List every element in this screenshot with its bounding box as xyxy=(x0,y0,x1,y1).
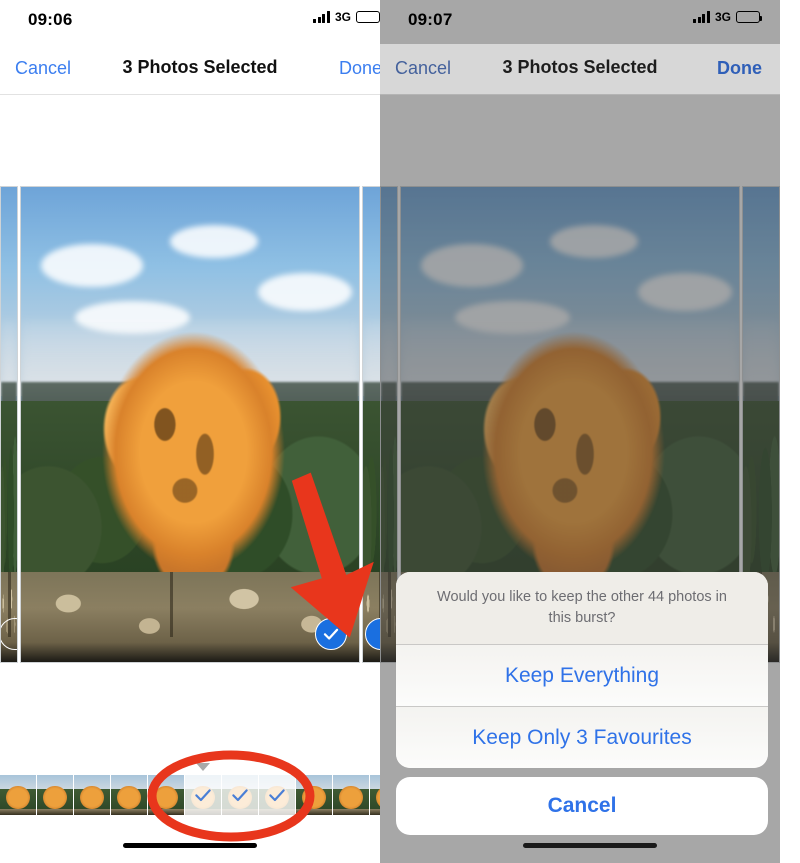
home-indicator xyxy=(123,843,257,848)
status-time: 09:07 xyxy=(408,10,453,29)
red-arrow-icon xyxy=(270,468,380,648)
keep-only-favourites-button[interactable]: Keep Only 3 Favourites xyxy=(396,707,768,769)
action-sheet-cancel-group: Cancel xyxy=(396,777,768,836)
checkmark-circle-icon xyxy=(1,618,17,650)
network-label: 3G xyxy=(334,10,351,24)
page-title: 3 Photos Selected xyxy=(122,57,278,77)
done-button[interactable]: Done xyxy=(717,58,762,79)
status-bar-left: 09:06 3G xyxy=(0,0,380,44)
status-indicators: 3G xyxy=(313,11,380,23)
photo-viewer-left xyxy=(0,95,380,755)
action-sheet-cancel-button[interactable]: Cancel xyxy=(396,777,768,835)
list-item[interactable] xyxy=(370,775,380,815)
action-sheet-message: Would you like to keep the other 44 phot… xyxy=(396,572,768,646)
done-button[interactable]: Done xyxy=(339,58,380,79)
screenshot-stage: 09:06 3G Cancel 3 Photos Selected Done 0… xyxy=(0,0,800,863)
phone-panel-right: 09:07 3G Cancel 3 Photos Selected Done W… xyxy=(380,0,800,863)
nav-bar-right: Cancel 3 Photos Selected Done xyxy=(380,44,780,95)
battery-icon xyxy=(356,11,380,23)
signal-bars-icon xyxy=(313,11,330,23)
list-item[interactable] xyxy=(333,775,370,815)
action-sheet-group: Would you like to keep the other 44 phot… xyxy=(396,572,768,769)
action-sheet: Would you like to keep the other 44 phot… xyxy=(396,572,768,836)
autumn-tree xyxy=(461,310,685,605)
list-item[interactable] xyxy=(37,775,74,815)
home-indicator xyxy=(523,843,657,848)
red-oval-icon xyxy=(142,748,320,849)
list-item[interactable] xyxy=(74,775,111,815)
battery-icon xyxy=(736,11,762,23)
phone-panel-left: 09:06 3G Cancel 3 Photos Selected Done xyxy=(0,0,380,863)
nav-bar-left: Cancel 3 Photos Selected Done xyxy=(0,44,380,95)
keep-everything-button[interactable]: Keep Everything xyxy=(396,645,768,708)
list-item[interactable] xyxy=(0,775,37,815)
signal-bars-icon xyxy=(693,11,710,23)
status-time: 09:06 xyxy=(28,10,73,29)
status-bar-right: 09:07 3G xyxy=(380,0,780,44)
network-label: 3G xyxy=(714,10,731,24)
photo-previous[interactable] xyxy=(0,186,18,663)
status-indicators: 3G xyxy=(693,10,762,24)
panel-gutter xyxy=(780,0,800,863)
